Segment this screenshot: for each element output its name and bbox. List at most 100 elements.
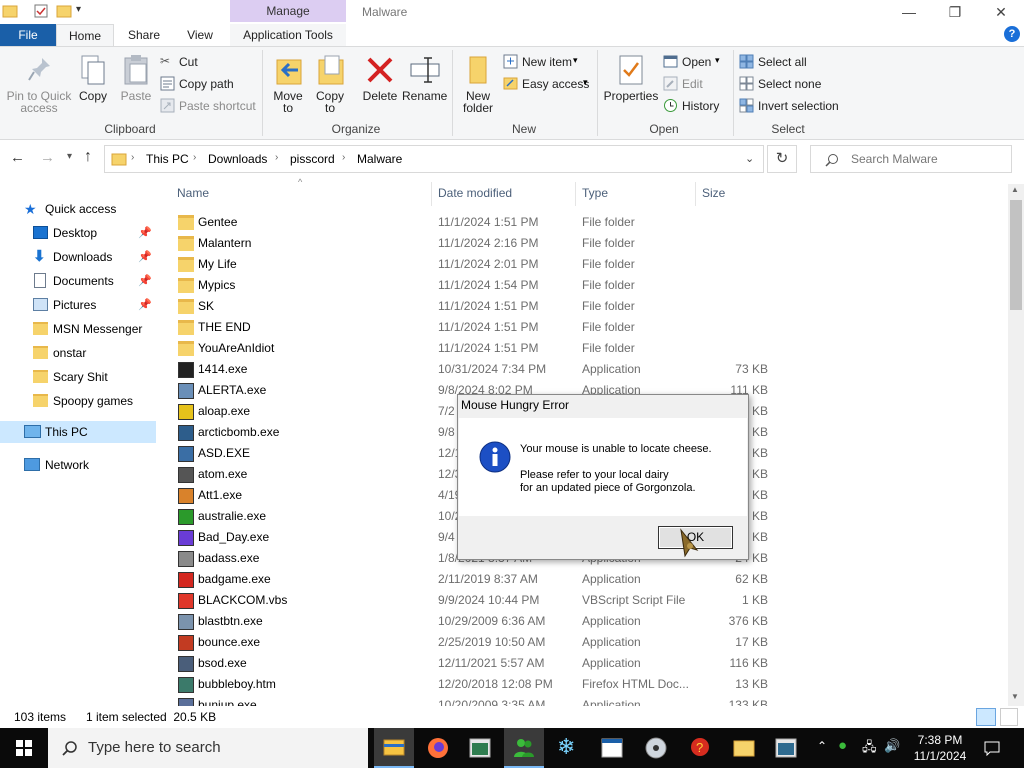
breadcrumb-malware[interactable]: Malware — [357, 152, 402, 166]
column-header-date[interactable]: Date modified — [438, 186, 574, 208]
sidebar-item-pictures[interactable]: Pictures 📌 — [0, 294, 156, 316]
breadcrumb-this-pc[interactable]: This PC — [146, 152, 189, 166]
scroll-up-arrow-icon[interactable]: ▲ — [1011, 185, 1019, 194]
table-row[interactable]: blastbtn.exe 10/29/2009 6:36 AM Applicatio… — [160, 611, 776, 632]
network-tray-icon[interactable]: 🖧 — [862, 738, 877, 760]
properties-button[interactable]: Properties — [602, 54, 660, 116]
easy-access-button[interactable]: Easy access ▾ — [503, 76, 593, 92]
nav-quick-access[interactable]: ★ Quick access — [0, 198, 156, 220]
new-folder-button[interactable]: New folder — [458, 54, 498, 116]
taskbar-app-window-2[interactable] — [768, 730, 804, 766]
table-row[interactable]: badgame.exe 2/11/2019 8:37 AM Application 6… — [160, 569, 776, 590]
sidebar-item-this-pc[interactable]: This PC — [0, 421, 156, 443]
table-row[interactable]: bounce.exe 2/25/2019 10:50 AM Application 1… — [160, 632, 776, 653]
column-divider[interactable] — [575, 182, 576, 206]
tab-home[interactable]: Home — [56, 24, 114, 46]
column-header-name[interactable]: Name — [177, 186, 431, 208]
rename-button[interactable]: Rename — [402, 54, 447, 116]
pin-icon[interactable]: 📌 — [138, 222, 152, 244]
table-row[interactable]: Gentee 11/1/2024 1:51 PM File folder — [160, 212, 776, 233]
paste-button[interactable]: Paste — [118, 54, 154, 104]
pin-icon[interactable]: 📌 — [138, 246, 152, 268]
paste-shortcut-button[interactable]: Paste shortcut — [160, 98, 260, 114]
taskbar-window-app[interactable] — [594, 730, 630, 766]
tab-view[interactable]: View — [172, 24, 228, 46]
copy-to-button[interactable]: Copy to — [312, 54, 348, 116]
cut-button[interactable]: ✂ Cut — [160, 54, 260, 70]
taskbar-msn-messenger[interactable] — [504, 728, 544, 768]
taskbar-file-explorer[interactable] — [374, 728, 414, 768]
refresh-button[interactable]: ↻ — [767, 145, 797, 173]
scrollbar-thumb[interactable] — [1010, 200, 1022, 310]
move-to-button[interactable]: Move to — [270, 54, 306, 116]
sidebar-item-msn-messenger[interactable]: MSN Messenger — [0, 318, 156, 340]
table-row[interactable]: bubbleboy.htm 12/20/2018 12:08 PM Firefox … — [160, 674, 776, 695]
search-input[interactable]: Search Malware — [810, 145, 1012, 173]
table-row[interactable]: My Life 11/1/2024 2:01 PM File folder — [160, 254, 776, 275]
tab-share[interactable]: Share — [116, 24, 172, 46]
copy-button[interactable]: Copy — [76, 54, 110, 104]
sidebar-item-documents[interactable]: Documents 📌 — [0, 270, 156, 292]
customize-qat-icon[interactable]: ▾ — [76, 4, 81, 15]
edit-button[interactable]: Edit — [663, 76, 733, 92]
column-divider[interactable] — [695, 182, 696, 206]
back-arrow-icon[interactable]: ← — [10, 149, 25, 166]
tab-file[interactable]: File — [0, 24, 56, 46]
sidebar-item-scary-shit[interactable]: Scary Shit — [0, 366, 156, 388]
pin-icon[interactable]: 📌 — [138, 270, 152, 292]
start-button[interactable] — [0, 728, 48, 768]
new-item-button[interactable]: New item ▾ — [503, 54, 593, 70]
chevron-down-icon[interactable]: ⌄ — [745, 152, 754, 165]
taskbar-cd-app[interactable] — [638, 730, 674, 766]
open-button[interactable]: Open ▾ — [663, 54, 733, 70]
column-header-type[interactable]: Type — [582, 186, 692, 208]
table-row[interactable]: SK 11/1/2024 1:51 PM File folder — [160, 296, 776, 317]
large-icons-view-icon[interactable] — [1000, 708, 1018, 726]
column-header-size[interactable]: Size — [702, 186, 772, 208]
select-all-button[interactable]: Select all — [739, 54, 839, 70]
properties-icon[interactable] — [33, 3, 49, 19]
help-icon[interactable]: ? — [1004, 26, 1020, 42]
table-row[interactable]: Mypics 11/1/2024 1:54 PM File folder — [160, 275, 776, 296]
taskbar-help-app[interactable]: ? — [682, 730, 718, 766]
delete-button[interactable]: Delete — [360, 54, 400, 116]
table-row[interactable]: THE END 11/1/2024 1:51 PM File folder — [160, 317, 776, 338]
table-row[interactable]: bsod.exe 12/11/2021 5:57 AM Application 116… — [160, 653, 776, 674]
sidebar-item-spoopy-games[interactable]: Spoopy games — [0, 390, 156, 412]
select-none-button[interactable]: Select none — [739, 76, 839, 92]
maximize-button[interactable]: ❐ — [932, 0, 978, 24]
tab-application-tools[interactable]: Application Tools — [230, 24, 346, 46]
invert-selection-button[interactable]: Invert selection — [739, 98, 849, 114]
messenger-tray-icon[interactable]: ● — [838, 737, 847, 754]
table-row[interactable]: 1414.exe 10/31/2024 7:34 PM Application 73 … — [160, 359, 776, 380]
breadcrumb-downloads[interactable]: Downloads — [208, 152, 267, 166]
sidebar-item-network[interactable]: Network — [0, 454, 156, 476]
taskbar-app-window[interactable] — [462, 730, 498, 766]
pin-quick-access-button[interactable]: Pin to Quick access — [4, 56, 74, 118]
table-row[interactable]: YouAreAnIdiot 11/1/2024 1:51 PM File folde… — [160, 338, 776, 359]
table-row[interactable]: BLACKCOM.vbs 9/9/2024 10:44 PM VBScript Sc… — [160, 590, 776, 611]
show-hidden-icons-chevron-icon[interactable]: ⌃ — [817, 739, 827, 753]
history-button[interactable]: History — [663, 98, 733, 114]
clock[interactable]: 7:38 PM 11/1/2024 — [908, 732, 972, 764]
scroll-down-arrow-icon[interactable]: ▼ — [1011, 692, 1019, 701]
breadcrumb-pisscord[interactable]: pisscord — [290, 152, 335, 166]
new-folder-icon[interactable] — [56, 3, 72, 19]
taskbar-search-input[interactable]: Type here to search — [48, 728, 368, 768]
sidebar-item-downloads[interactable]: ⬇ Downloads 📌 — [0, 246, 156, 268]
address-bar[interactable]: › This PC › Downloads › pisscord › Malwa… — [104, 145, 764, 173]
notifications-icon[interactable] — [984, 740, 1000, 756]
table-row[interactable]: Malantern 11/1/2024 2:16 PM File folder — [160, 233, 776, 254]
minimize-button[interactable]: — — [886, 0, 932, 24]
taskbar-firefox[interactable] — [420, 730, 456, 766]
forward-arrow-icon[interactable]: → — [40, 149, 55, 166]
volume-icon[interactable]: 🔊 — [884, 738, 900, 754]
up-arrow-icon[interactable]: ↑ — [84, 148, 92, 166]
column-divider[interactable] — [431, 182, 432, 206]
recent-locations-icon[interactable]: ▾ — [67, 151, 72, 162]
taskbar-snowflake-app[interactable]: ❄ — [550, 730, 586, 766]
copy-path-button[interactable]: Copy path — [160, 76, 260, 92]
close-button[interactable]: ✕ — [978, 0, 1024, 24]
pin-icon[interactable]: 📌 — [138, 294, 152, 316]
sidebar-item-onstar[interactable]: onstar — [0, 342, 156, 364]
